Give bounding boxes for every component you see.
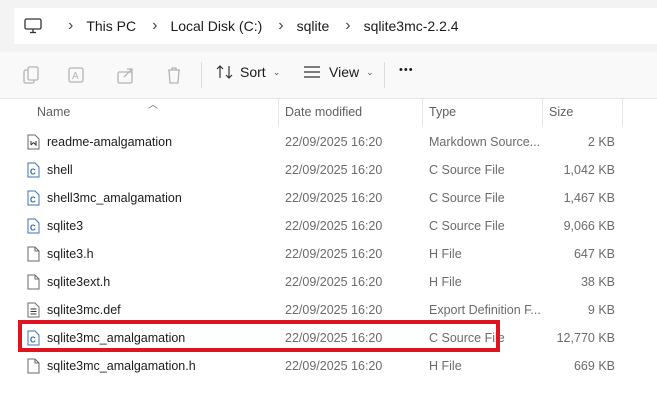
chevron-down-icon: ⌄ bbox=[272, 66, 281, 77]
column-size[interactable]: Size bbox=[549, 98, 573, 126]
file-row[interactable]: sqlite3mc_amalgamation.h 22/09/2025 16:2… bbox=[0, 352, 657, 380]
c-source-file-icon: C bbox=[27, 161, 43, 179]
column-divider[interactable] bbox=[622, 98, 623, 126]
file-type: C Source File bbox=[429, 163, 505, 177]
file-row[interactable]: Csqlite3 22/09/2025 16:20 C Source File … bbox=[0, 212, 657, 240]
file-type: C Source File bbox=[429, 191, 505, 205]
file-date: 22/09/2025 16:20 bbox=[285, 275, 383, 289]
column-header: ︿ Name Date modified Type Size bbox=[0, 98, 657, 126]
column-name[interactable]: Name bbox=[37, 98, 70, 126]
file-name: shell3mc_amalgamation bbox=[47, 191, 182, 205]
file-date: 22/09/2025 16:20 bbox=[285, 191, 383, 205]
copy-icon[interactable] bbox=[21, 65, 41, 85]
more-options-button[interactable]: ••• bbox=[399, 64, 414, 76]
file-type: C Source File bbox=[429, 219, 505, 233]
sort-icon bbox=[216, 65, 233, 79]
view-icon bbox=[304, 66, 320, 78]
file-name: sqlite3mc_amalgamation bbox=[47, 331, 186, 345]
file-list: readme-amalgamation 22/09/2025 16:20 Mar… bbox=[0, 128, 657, 380]
file-size: 647 KB bbox=[573, 247, 615, 261]
file-size: 38 KB bbox=[580, 275, 615, 289]
file-type: C Source File bbox=[429, 331, 505, 345]
chevron-down-icon: ⌄ bbox=[366, 66, 374, 77]
file-size: 1,042 KB bbox=[563, 163, 615, 177]
file-date: 22/09/2025 16:20 bbox=[285, 247, 383, 261]
file-type: Export Definition F... bbox=[429, 303, 541, 317]
file-size: 669 KB bbox=[573, 359, 615, 373]
def-file-icon bbox=[27, 301, 43, 319]
column-divider[interactable] bbox=[422, 98, 423, 126]
chevron-right-icon[interactable]: › bbox=[68, 17, 73, 35]
file-type: H File bbox=[429, 275, 462, 289]
c-source-file-icon: C bbox=[27, 329, 43, 347]
file-row[interactable]: sqlite3ext.h 22/09/2025 16:20 H File 38 … bbox=[0, 268, 657, 296]
column-date-modified[interactable]: Date modified bbox=[285, 98, 362, 126]
svg-text:A: A bbox=[72, 71, 79, 82]
blank-file-icon bbox=[27, 245, 43, 263]
column-divider[interactable] bbox=[542, 98, 543, 126]
file-name: sqlite3mc_amalgamation.h bbox=[47, 359, 196, 373]
file-row[interactable]: sqlite3.h 22/09/2025 16:20 H File 647 KB bbox=[0, 240, 657, 268]
c-source-file-icon: C bbox=[27, 217, 43, 235]
file-name: shell bbox=[47, 163, 73, 177]
sort-ascending-icon: ︿ bbox=[148, 100, 158, 111]
file-row[interactable]: Cshell3mc_amalgamation 22/09/2025 16:20 … bbox=[0, 184, 657, 212]
view-button[interactable]: View ⌄ bbox=[303, 64, 374, 80]
share-icon[interactable] bbox=[116, 65, 136, 85]
file-size: 1,467 KB bbox=[563, 191, 615, 205]
file-date: 22/09/2025 16:20 bbox=[285, 359, 383, 373]
markdown-file-icon bbox=[27, 133, 43, 151]
file-date: 22/09/2025 16:20 bbox=[285, 163, 383, 177]
file-name: sqlite3mc.def bbox=[47, 303, 121, 317]
chevron-right-icon[interactable]: › bbox=[152, 17, 157, 35]
this-pc-icon[interactable] bbox=[24, 18, 52, 34]
file-date: 22/09/2025 16:20 bbox=[285, 331, 383, 345]
sort-button[interactable]: Sort ⌄ bbox=[216, 64, 280, 80]
view-label: View bbox=[329, 64, 360, 80]
svg-text:C: C bbox=[30, 196, 36, 205]
column-type[interactable]: Type bbox=[429, 98, 456, 126]
file-date: 22/09/2025 16:20 bbox=[285, 135, 383, 149]
blank-file-icon bbox=[27, 273, 43, 291]
file-row[interactable]: Csqlite3mc_amalgamation 22/09/2025 16:20… bbox=[0, 324, 657, 352]
file-size: 12,770 KB bbox=[556, 331, 615, 345]
rename-icon[interactable]: A bbox=[67, 65, 87, 85]
file-size: 9 KB bbox=[587, 303, 615, 317]
breadcrumb-local-disk[interactable]: Local Disk (C:) bbox=[170, 18, 262, 34]
blank-file-icon bbox=[27, 357, 43, 375]
file-size: 9,066 KB bbox=[563, 219, 615, 233]
chevron-right-icon[interactable]: › bbox=[278, 17, 283, 35]
breadcrumb-this-pc[interactable]: This PC bbox=[86, 18, 136, 34]
file-name: sqlite3ext.h bbox=[47, 275, 111, 289]
address-bar: › This PC › Local Disk (C:) › sqlite › s… bbox=[0, 0, 657, 52]
c-source-file-icon: C bbox=[27, 189, 43, 207]
svg-text:C: C bbox=[30, 336, 36, 345]
sort-label: Sort bbox=[240, 64, 266, 80]
delete-icon[interactable] bbox=[164, 65, 184, 85]
file-date: 22/09/2025 16:20 bbox=[285, 219, 383, 233]
breadcrumb-current-folder[interactable]: sqlite3mc-2.2.4 bbox=[364, 18, 459, 34]
file-type: H File bbox=[429, 359, 462, 373]
file-type: Markdown Source... bbox=[429, 135, 541, 149]
breadcrumb-sqlite[interactable]: sqlite bbox=[297, 18, 330, 34]
file-date: 22/09/2025 16:20 bbox=[285, 303, 383, 317]
file-name: sqlite3 bbox=[47, 219, 84, 233]
file-row[interactable]: Cshell 22/09/2025 16:20 C Source File 1,… bbox=[0, 156, 657, 184]
chevron-right-icon[interactable]: › bbox=[345, 17, 350, 35]
file-row[interactable]: readme-amalgamation 22/09/2025 16:20 Mar… bbox=[0, 128, 657, 156]
file-name: readme-amalgamation bbox=[47, 135, 173, 149]
breadcrumb[interactable]: › This PC › Local Disk (C:) › sqlite › s… bbox=[14, 8, 657, 44]
file-type: H File bbox=[429, 247, 462, 261]
file-size: 2 KB bbox=[587, 135, 615, 149]
toolbar-divider bbox=[201, 62, 202, 88]
command-bar: A Sort ⌄ View ⌄ ••• bbox=[0, 52, 657, 99]
svg-text:C: C bbox=[30, 168, 36, 177]
file-row[interactable]: sqlite3mc.def 22/09/2025 16:20 Export De… bbox=[0, 296, 657, 324]
file-name: sqlite3.h bbox=[47, 247, 94, 261]
svg-text:C: C bbox=[30, 224, 36, 233]
toolbar-divider bbox=[384, 62, 385, 88]
column-divider[interactable] bbox=[278, 98, 279, 126]
